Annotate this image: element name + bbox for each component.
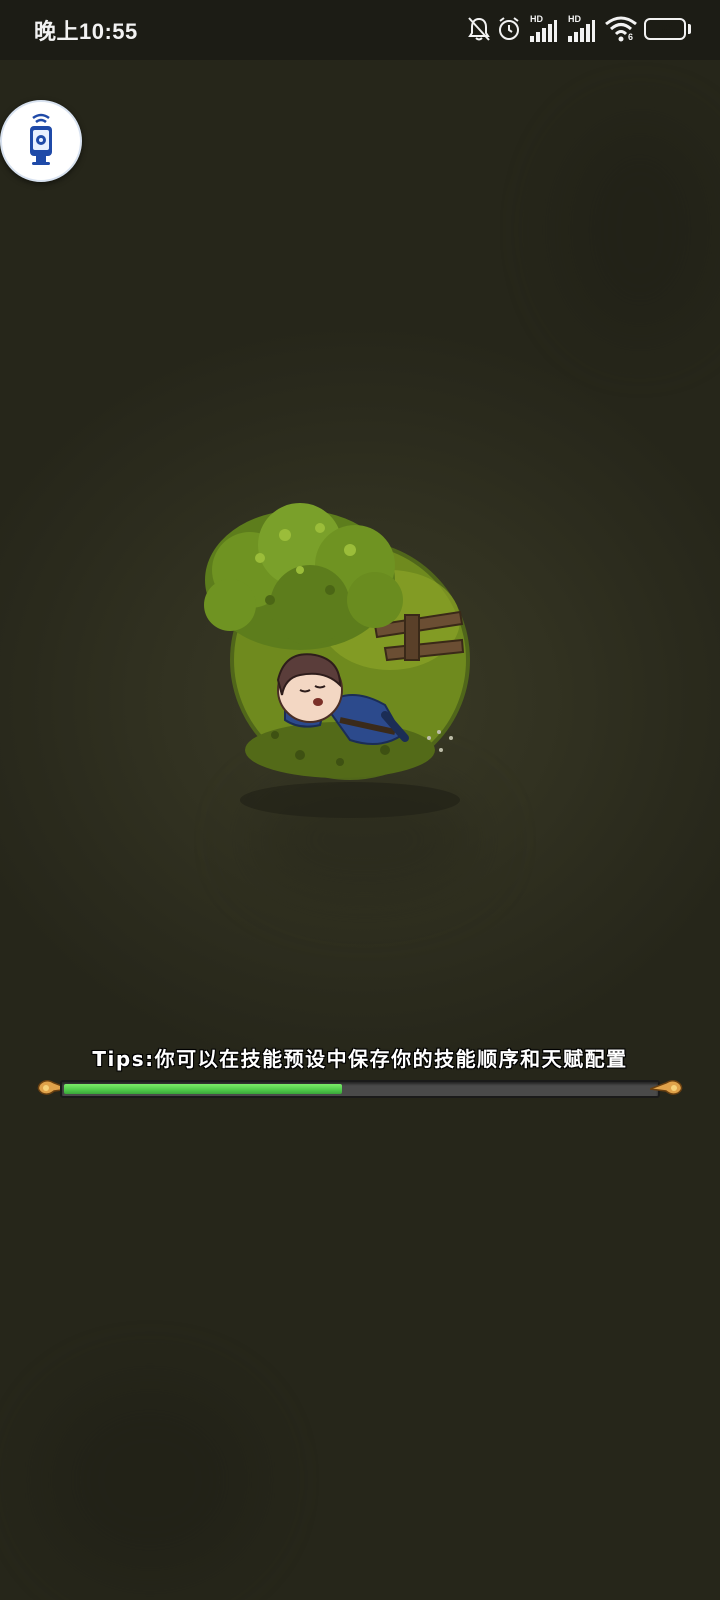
status-time: 晚上10:55 — [34, 19, 138, 44]
battery-tip — [688, 24, 691, 34]
camera-remote-icon — [30, 113, 52, 165]
background-shadow — [560, 120, 720, 340]
battery-icon: 99 — [644, 18, 686, 40]
alarm-clock-icon — [499, 17, 519, 40]
progress-bar-right-ornament — [650, 1080, 683, 1095]
battery-level: 99 — [657, 21, 673, 37]
game-loading-screen: 晚上10:55 HD HD 6 99 Tips:你可以在技能预设中保存你的技能顺… — [0, 0, 720, 1600]
loading-progress-fill — [64, 1084, 342, 1094]
loading-tip-text: Tips:你可以在技能预设中保存你的技能顺序和天赋配置 — [92, 1047, 628, 1071]
signal-hd-icon: HD — [528, 14, 558, 44]
wifi-label: 6 — [628, 32, 634, 42]
signal-hd-icon: HD — [566, 14, 596, 44]
wifi-icon: 6 — [604, 14, 638, 44]
background-shadow — [40, 1380, 260, 1580]
floating-assistant-button[interactable] — [0, 100, 82, 182]
status-bar: 晚上10:55 HD HD 6 99 — [0, 0, 720, 60]
sleeping-hero-illustration — [204, 503, 470, 818]
bell-muted-icon — [468, 17, 490, 41]
loading-progress-bar — [60, 1080, 660, 1098]
